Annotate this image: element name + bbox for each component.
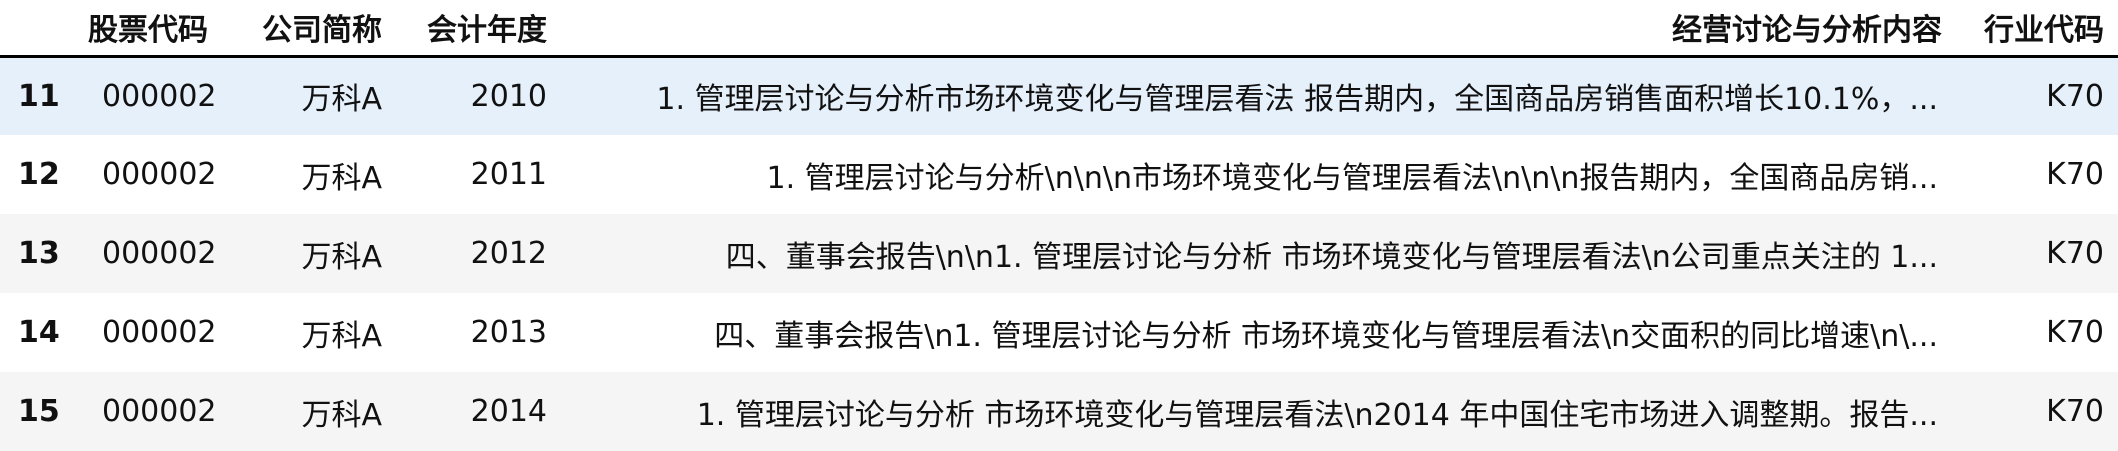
header-stock-code[interactable]: 股票代码 [80,0,230,58]
cell-industry: K70 [2046,78,2104,114]
row-index: 15 [18,394,60,429]
table-row[interactable]: 11 000002 万科A 2010 1. 管理层讨论与分析市场环境变化与管理层… [0,56,2118,135]
cell-content: 1. 管理层讨论与分析 市场环境变化与管理层看法\n2014 年中国住宅市场进入… [696,397,1938,433]
cell-year: 2014 [470,394,547,429]
cell-content: 1. 管理层讨论与分析市场环境变化与管理层看法 报告期内，全国商品房销售面积增长… [656,82,1938,118]
row-index: 14 [18,315,60,350]
cell-company: 万科A [301,397,382,433]
cell-industry: K70 [2046,157,2104,192]
cell-company: 万科A [301,318,382,354]
table-body: 11 000002 万科A 2010 1. 管理层讨论与分析市场环境变化与管理层… [0,56,2118,451]
cell-stock-code: 000002 [102,157,217,192]
dataframe-table: 股票代码 公司简称 会计年度 经营讨论与分析内容 行业代码 11 000002 … [0,0,2118,451]
header-row: 股票代码 公司简称 会计年度 经营讨论与分析内容 行业代码 [0,0,2118,58]
cell-stock-code: 000002 [102,78,217,114]
cell-company: 万科A [301,160,382,196]
cell-year: 2012 [470,236,547,271]
cell-stock-code: 000002 [102,236,217,271]
cell-company: 万科A [301,82,382,118]
cell-industry: K70 [2046,315,2104,350]
table-row[interactable]: 15 000002 万科A 2014 1. 管理层讨论与分析 市场环境变化与管理… [0,372,2118,451]
header-index [0,0,80,58]
cell-stock-code: 000002 [102,394,217,429]
cell-content: 四、董事会报告\n1. 管理层讨论与分析 市场环境变化与管理层看法\n交面积的同… [714,318,1938,354]
header-year[interactable]: 会计年度 [390,0,555,58]
cell-year: 2010 [470,78,547,114]
table-row[interactable]: 13 000002 万科A 2012 四、董事会报告\n\n1. 管理层讨论与分… [0,214,2118,293]
cell-year: 2011 [470,157,547,192]
cell-content: 1. 管理层讨论与分析\n\n\n市场环境变化与管理层看法\n\n\n报告期内，… [766,160,1939,196]
table-header: 股票代码 公司简称 会计年度 经营讨论与分析内容 行业代码 [0,0,2118,58]
table-row[interactable]: 14 000002 万科A 2013 四、董事会报告\n1. 管理层讨论与分析 … [0,293,2118,372]
cell-industry: K70 [2046,394,2104,429]
cell-content: 四、董事会报告\n\n1. 管理层讨论与分析 市场环境变化与管理层看法\n公司重… [725,239,1938,275]
cell-company: 万科A [301,239,382,275]
cell-year: 2013 [470,315,547,350]
cell-stock-code: 000002 [102,315,217,350]
header-content[interactable]: 经营讨论与分析内容 [555,0,1960,58]
header-company[interactable]: 公司简称 [230,0,390,58]
header-industry[interactable]: 行业代码 [1960,0,2118,58]
cell-industry: K70 [2046,236,2104,271]
row-index: 12 [18,157,60,192]
table-row[interactable]: 12 000002 万科A 2011 1. 管理层讨论与分析\n\n\n市场环境… [0,135,2118,214]
row-index: 11 [18,78,60,114]
row-index: 13 [18,236,60,271]
